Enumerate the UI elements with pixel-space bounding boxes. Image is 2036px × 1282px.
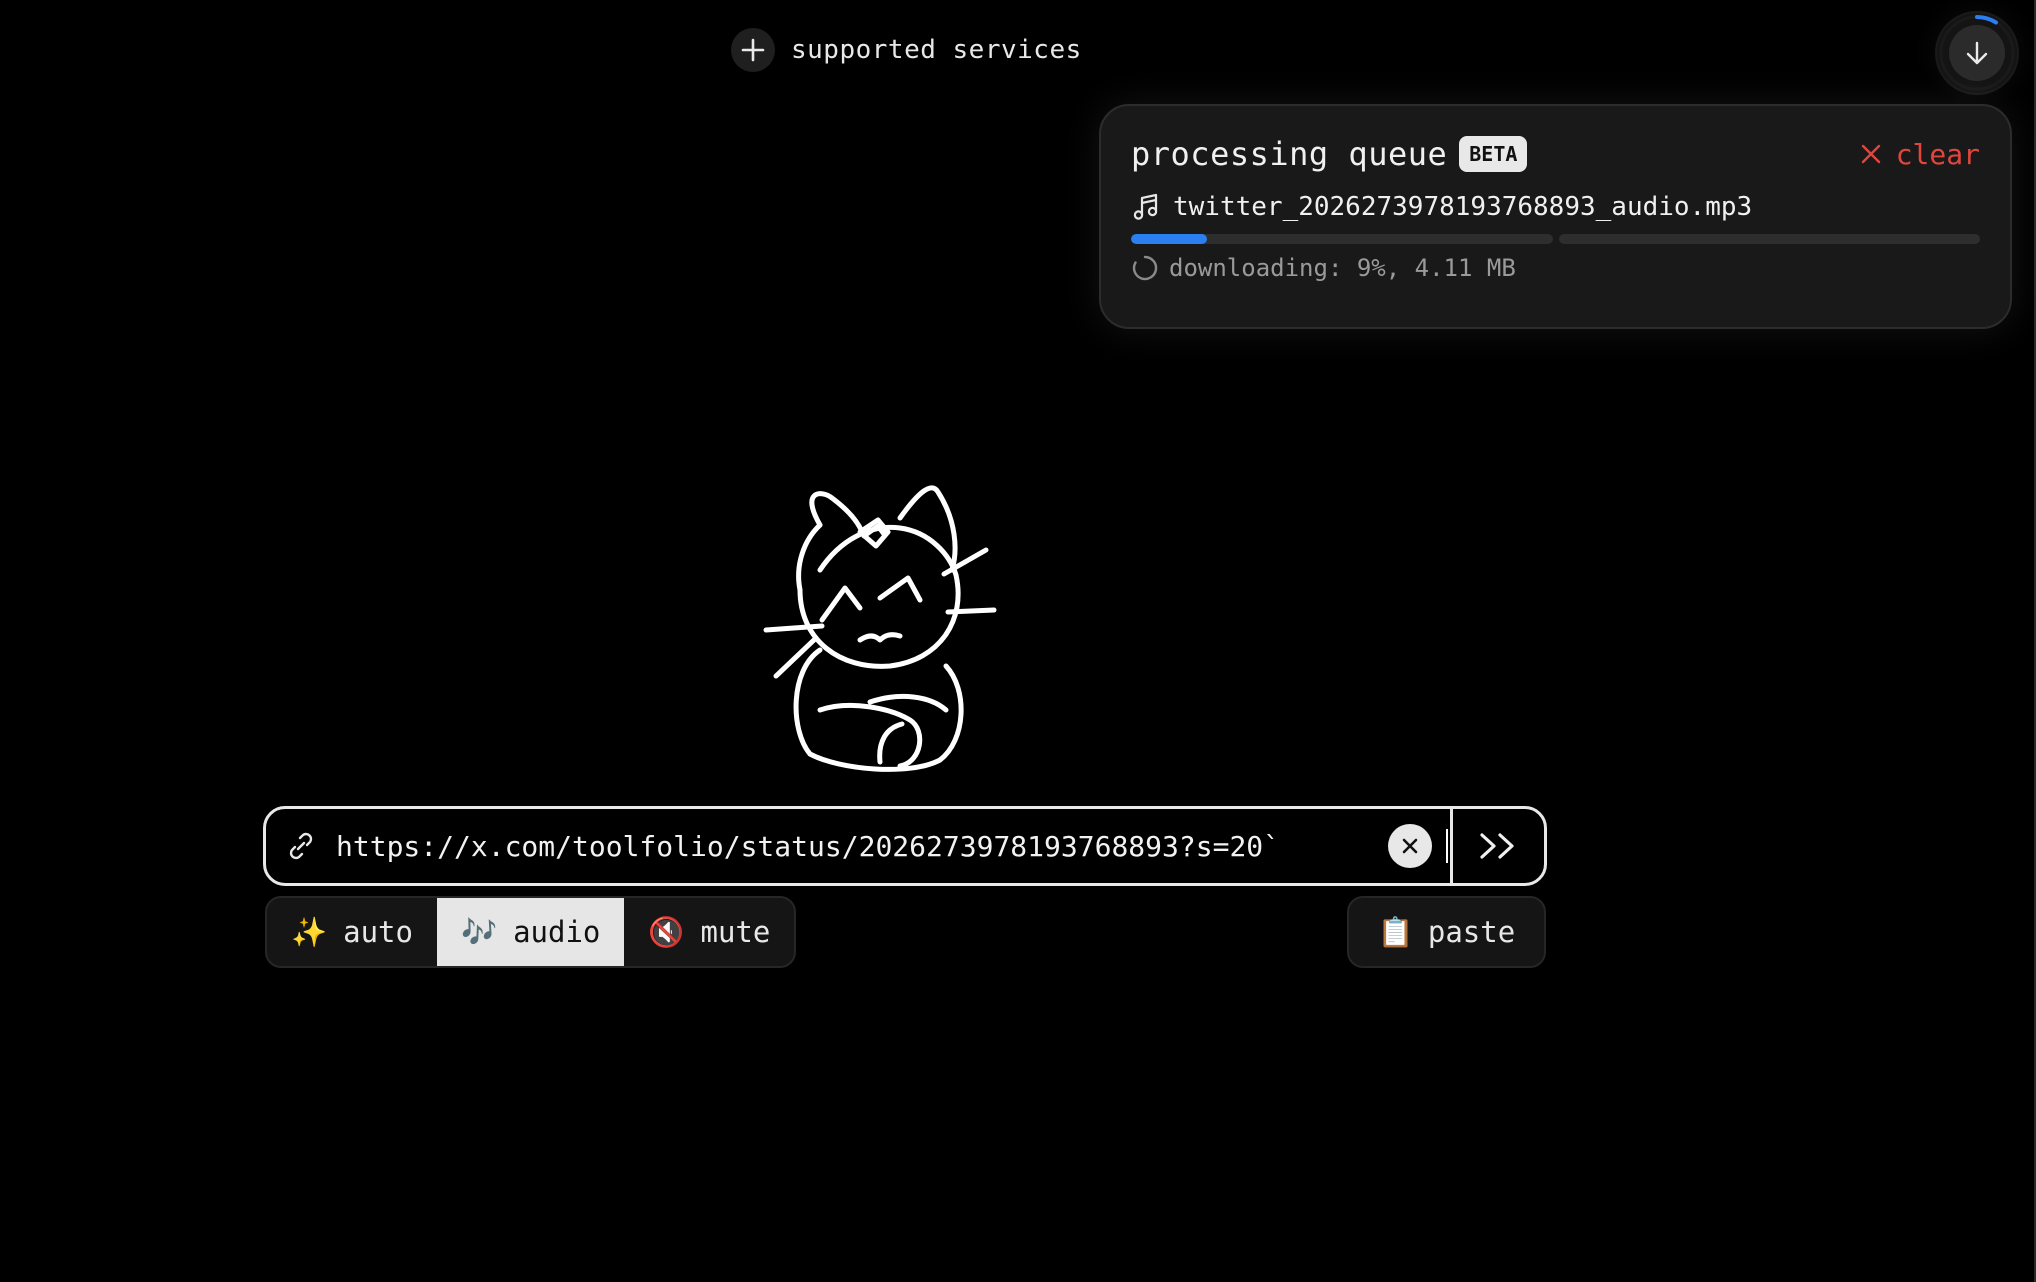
queue-item-filename: twitter_2026273978193768893_audio.mp3 [1173, 192, 1753, 222]
muted-speaker-icon: 🔇 [648, 914, 685, 949]
progress-fill [1131, 234, 1207, 244]
close-icon [1402, 838, 1418, 854]
music-notes-icon: 🎶 [460, 914, 498, 949]
supported-services-button[interactable]: supported services [731, 28, 1082, 72]
progress-segment [1558, 234, 1980, 244]
queue-item-file: twitter_2026273978193768893_audio.mp3 [1131, 192, 1980, 222]
queue-title: processing queue [1131, 135, 1448, 173]
sparkles-icon: ✨ [291, 914, 328, 949]
music-note-icon [1133, 193, 1158, 220]
paste-button[interactable]: 📋 paste [1347, 896, 1546, 968]
link-icon [266, 830, 336, 862]
queue-title-group: processing queue BETA [1131, 135, 1528, 173]
mode-audio-label: audio [513, 915, 601, 949]
mode-mute-button[interactable]: 🔇 mute [624, 898, 794, 966]
close-icon [1861, 144, 1880, 164]
processing-queue-panel: processing queue BETA clear twitter_2026… [1099, 104, 2012, 329]
mode-auto-label: auto [343, 915, 413, 949]
progress-ring [1939, 15, 2015, 91]
text-caret [1446, 829, 1448, 863]
queue-item: twitter_2026273978193768893_audio.mp3 do… [1131, 192, 1980, 282]
clipboard-icon: 📋 [1377, 914, 1414, 949]
spinner-icon [1132, 255, 1158, 281]
download-queue-button[interactable] [1937, 13, 2017, 93]
double-chevron-right-icon [1480, 833, 1514, 859]
url-input[interactable]: https://x.com/toolfolio/status/202627397… [336, 830, 1446, 863]
mode-auto-button[interactable]: ✨ auto [267, 898, 437, 966]
clear-input-button[interactable] [1388, 824, 1432, 868]
queue-item-status-row: downloading: 9%, 4.11 MB [1131, 254, 1980, 282]
download-mode-switcher: ✨ auto 🎶 audio 🔇 mute [265, 896, 797, 968]
queue-item-status: downloading: 9%, 4.11 MB [1169, 254, 1516, 282]
url-input-container: https://x.com/toolfolio/status/202627397… [263, 806, 1547, 886]
supported-services-label: supported services [791, 35, 1082, 65]
cat-mascot-illustration [763, 485, 997, 772]
submit-download-button[interactable] [1450, 806, 1547, 886]
clear-label: clear [1895, 137, 1980, 171]
clear-queue-button[interactable]: clear [1860, 138, 1980, 171]
plus-icon [731, 28, 775, 72]
queue-item-progress [1131, 234, 1980, 244]
mode-audio-button[interactable]: 🎶 audio [436, 898, 625, 966]
beta-badge: BETA [1459, 136, 1528, 172]
mode-mute-label: mute [700, 915, 771, 949]
progress-segment [1131, 234, 1553, 244]
paste-label: paste [1427, 915, 1516, 949]
queue-header: processing queue BETA clear [1131, 132, 1980, 176]
